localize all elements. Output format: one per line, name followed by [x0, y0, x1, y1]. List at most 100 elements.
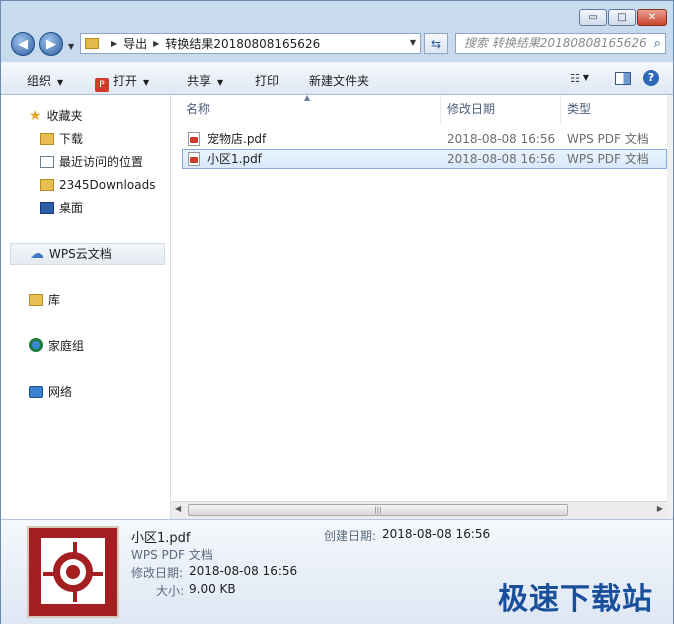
- help-icon[interactable]: ?: [643, 70, 659, 86]
- title-bar: ▭ □ ✕: [1, 1, 673, 31]
- horizontal-scrollbar[interactable]: ◀ ||| ▶: [171, 501, 667, 519]
- preview-pane-icon[interactable]: [615, 72, 631, 85]
- library-icon: [29, 294, 43, 306]
- details-modified-value: 2018-08-08 16:56: [189, 564, 298, 578]
- folder-icon: [85, 38, 99, 49]
- open-label: 打开: [113, 74, 138, 88]
- file-name: 小区1.pdf: [207, 152, 262, 166]
- sidebar-item-label: 库: [48, 293, 61, 307]
- file-row-selected[interactable]: 小区1.pdf 2018-08-08 16:56 WPS PDF 文档: [182, 149, 667, 169]
- forward-button[interactable]: ▶: [39, 32, 63, 56]
- sidebar-item-wps-cloud[interactable]: ☁ WPS云文档: [10, 243, 165, 265]
- print-button[interactable]: 打印: [255, 72, 279, 89]
- chevron-down-icon: ▼: [143, 78, 150, 87]
- address-history-dropdown-icon[interactable]: ▼: [410, 38, 416, 47]
- chevron-down-icon: ▼: [57, 78, 64, 87]
- file-name: 宠物店.pdf: [207, 132, 267, 146]
- file-type: WPS PDF 文档: [567, 152, 649, 166]
- maximize-button[interactable]: □: [608, 9, 636, 26]
- details-created-value: 2018-08-08 16:56: [382, 527, 491, 541]
- close-button[interactable]: ✕: [637, 9, 667, 26]
- sort-ascending-icon: ▲: [304, 93, 311, 102]
- sidebar-item-label: 网络: [48, 385, 73, 399]
- chevron-down-icon: ▼: [217, 78, 224, 87]
- desktop-icon: [40, 202, 54, 214]
- sidebar-item-label: 桌面: [59, 201, 84, 215]
- sidebar-item-homegroup[interactable]: 家庭组: [29, 336, 84, 356]
- details-size-label: 大小:: [156, 584, 185, 598]
- sidebar-item-label: 最近访问的位置: [59, 155, 144, 169]
- star-icon: ★: [29, 108, 42, 124]
- column-divider[interactable]: [560, 95, 561, 123]
- sidebar-item-libraries[interactable]: 库: [29, 290, 60, 310]
- wps-cloud-entry: ☁ WPS云文档: [30, 244, 112, 264]
- back-arrow-icon: ◀: [18, 36, 28, 52]
- wps-pdf-icon: P: [95, 78, 109, 92]
- search-icon[interactable]: ⌕: [654, 34, 661, 53]
- search-placeholder: 搜索 转换结果20180808165626: [464, 36, 647, 50]
- minimize-button[interactable]: ▭: [579, 9, 607, 26]
- sidebar-item-favorites[interactable]: ★ 收藏夹: [29, 106, 83, 126]
- address-bar[interactable]: ▶ 导出 ▶ 转换结果20180808165626 ▼: [80, 33, 421, 54]
- homegroup-icon: [29, 338, 43, 352]
- window-controls: ▭ □ ✕: [578, 9, 667, 26]
- sidebar-item-label: 下载: [59, 132, 84, 146]
- search-input[interactable]: 搜索 转换结果20180808165626 ⌕: [455, 33, 666, 54]
- new-folder-button[interactable]: 新建文件夹: [309, 72, 369, 89]
- sidebar-item-label: 收藏夹: [46, 109, 83, 123]
- file-list-pane: ▲ 名称 修改日期 类型 宠物店.pdf 2018-08-08 16:56 WP…: [171, 93, 667, 519]
- navigation-bar: ◀ ▶ ▼ ▶ 导出 ▶ 转换结果20180808165626 ▼ ⇆ 搜索 转…: [1, 31, 673, 61]
- file-row[interactable]: 宠物店.pdf 2018-08-08 16:56 WPS PDF 文档: [183, 129, 667, 149]
- scroll-left-icon[interactable]: ◀: [175, 504, 181, 513]
- column-divider[interactable]: [440, 95, 441, 123]
- sidebar-item-label: 家庭组: [48, 339, 85, 353]
- details-file-name: 小区1.pdf: [131, 531, 191, 546]
- watermark-logo: 极速下载站: [498, 582, 653, 617]
- file-type: WPS PDF 文档: [567, 132, 649, 146]
- sidebar-item-recent-places[interactable]: 最近访问的位置: [40, 152, 143, 172]
- sidebar-item-desktop[interactable]: 桌面: [40, 198, 83, 218]
- explorer-window: ▭ □ ✕ ◀ ▶ ▼ ▶ 导出 ▶ 转换结果20180808165626 ▼ …: [0, 0, 674, 624]
- column-header-type[interactable]: 类型: [567, 95, 591, 123]
- sidebar-item-label: WPS云文档: [49, 247, 112, 261]
- column-header-name[interactable]: 名称: [186, 95, 210, 123]
- breadcrumb-item[interactable]: 转换结果20180808165626: [165, 35, 320, 52]
- pdf-file-icon: [188, 152, 200, 166]
- sidebar-item-label: 2345Downloads: [59, 178, 156, 192]
- share-label: 共享: [187, 74, 212, 88]
- sidebar-item-2345downloads[interactable]: 2345Downloads: [40, 175, 155, 195]
- recent-pages-dropdown-icon[interactable]: ▼: [68, 42, 74, 51]
- sidebar-item-downloads[interactable]: 下载: [40, 129, 83, 149]
- scroll-right-icon[interactable]: ▶: [657, 504, 663, 513]
- folder-icon: [40, 179, 54, 191]
- scrollbar-thumb[interactable]: |||: [188, 504, 568, 516]
- recent-places-icon: [40, 156, 54, 168]
- network-icon: [29, 386, 43, 398]
- column-header-modified[interactable]: 修改日期: [447, 95, 495, 123]
- right-edge: [667, 95, 673, 519]
- forward-arrow-icon: ▶: [46, 36, 56, 52]
- cloud-icon: ☁: [30, 246, 44, 262]
- organize-label: 组织: [27, 74, 52, 88]
- refresh-button[interactable]: ⇆: [424, 33, 448, 54]
- details-modified-label: 修改日期:: [131, 566, 184, 580]
- pdf-file-icon: [188, 132, 200, 146]
- file-modified: 2018-08-08 16:56: [447, 152, 556, 166]
- back-button[interactable]: ◀: [11, 32, 35, 56]
- sidebar-item-network[interactable]: 网络: [29, 382, 72, 402]
- details-file-type: WPS PDF 文档: [131, 548, 213, 562]
- view-options-icon[interactable]: ☷: [570, 72, 580, 85]
- breadcrumb-item[interactable]: 导出: [123, 35, 147, 52]
- command-toolbar: 组织 ▼ P 打开 ▼ 共享 ▼ 打印 新建文件夹 ☷ ▼ ?: [1, 62, 673, 95]
- downloads-folder-icon: [40, 133, 54, 145]
- navigation-pane: ★ 收藏夹 下载 最近访问的位置 2345Downloads 桌面 ☁ WPS云文档…: [1, 95, 171, 519]
- chevron-right-icon[interactable]: ▶: [111, 39, 117, 48]
- details-created-label: 创建日期:: [324, 529, 377, 543]
- organize-button[interactable]: 组织 ▼: [27, 72, 63, 89]
- refresh-icon: ⇆: [430, 36, 442, 51]
- open-button[interactable]: P 打开 ▼: [95, 72, 149, 92]
- chevron-right-icon[interactable]: ▶: [153, 39, 159, 48]
- share-button[interactable]: 共享 ▼: [187, 72, 223, 89]
- details-size-value: 9.00 KB: [189, 582, 236, 596]
- chevron-down-icon[interactable]: ▼: [583, 73, 589, 82]
